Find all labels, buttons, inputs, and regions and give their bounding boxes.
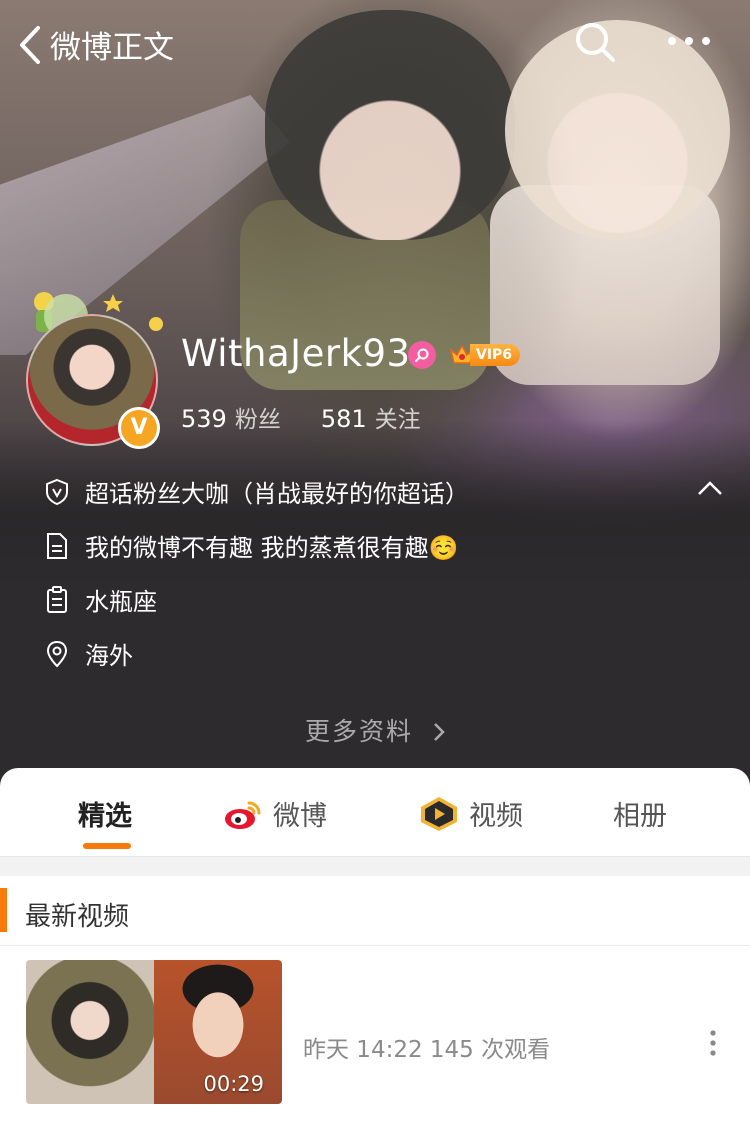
following-stat[interactable]: 581 关注 (321, 400, 421, 434)
search-icon[interactable] (573, 20, 617, 64)
info-row-location: 海外 (44, 636, 133, 671)
video-play-icon (421, 796, 457, 831)
video-thumbnail[interactable]: 00:29 (26, 960, 282, 1104)
super-topic-icon[interactable] (408, 341, 436, 369)
section-accent-bar (0, 888, 7, 932)
more-info-label: 更多资料 (305, 717, 414, 746)
top-bar: 微博正文 (0, 18, 750, 70)
more-dots-icon[interactable] (664, 26, 714, 56)
document-icon (44, 532, 70, 560)
more-vertical-icon[interactable] (701, 1028, 725, 1058)
following-count: 581 (320, 405, 367, 433)
following-label: 关注 (374, 407, 421, 433)
vip-level-label: VIP6 (470, 344, 521, 366)
more-info-link[interactable]: 更多资料 (0, 712, 750, 748)
verified-badge: V (118, 407, 160, 449)
tab-video-label: 视频 (469, 801, 523, 832)
video-meta: 昨天 14:22 145 次观看 (303, 1037, 551, 1063)
section-divider (0, 856, 750, 876)
search-mini-icon (415, 348, 429, 362)
followers-label: 粉丝 (234, 407, 281, 433)
chevron-left-icon (20, 25, 40, 64)
tab-weibo-label: 微博 (273, 801, 327, 832)
tab-album[interactable]: 相册 (613, 794, 667, 833)
info-row-zodiac: 水瓶座 (44, 582, 157, 617)
info-text-bio: 我的微博不有趣 我的蒸煮很有趣☺️ (85, 534, 459, 562)
vip-badge[interactable]: VIP6 (448, 341, 521, 369)
section-title: 最新视频 (25, 902, 130, 932)
back-title: 微博正文 (50, 30, 174, 66)
info-row-bio: 我的微博不有趣 我的蒸煮很有趣☺️ (44, 528, 459, 563)
video-duration: 00:29 (203, 1072, 264, 1096)
chevron-right-icon (433, 717, 445, 746)
shield-v-icon (44, 478, 70, 506)
clipboard-icon (44, 585, 70, 614)
tab-weibo[interactable]: 微博 (223, 794, 327, 833)
followers-stat[interactable]: 539 粉丝 (181, 400, 281, 434)
video-list-item[interactable]: 00:29 昨天 14:22 145 次观看 (0, 946, 750, 1139)
profile-stats: 539 粉丝 581 关注 (181, 400, 421, 434)
tab-video[interactable]: 视频 (417, 794, 523, 833)
weibo-logo-icon (225, 801, 261, 829)
thumbnail-doll-image (26, 960, 154, 1104)
active-tab-indicator (83, 843, 131, 849)
verified-mark: V (130, 415, 148, 440)
username: WithaJerk93 (181, 332, 411, 375)
followers-count: 539 (181, 405, 227, 433)
info-row-super-fan[interactable]: 超话粉丝大咖（肖战最好的你超话） (44, 474, 469, 509)
back-button[interactable]: 微博正文 (18, 22, 174, 67)
section-header-latest-videos: 最新视频 (0, 876, 750, 946)
info-text-location: 海外 (85, 642, 133, 670)
tab-featured[interactable]: 精选 (78, 794, 132, 833)
info-text-zodiac: 水瓶座 (85, 588, 157, 616)
tab-album-label: 相册 (613, 801, 667, 832)
info-text-super-fan: 超话粉丝大咖（肖战最好的你超话） (85, 480, 469, 508)
tab-bar: 精选 微博 视频 相册 (0, 768, 750, 856)
chevron-up-icon[interactable] (695, 476, 725, 500)
location-pin-icon (44, 640, 70, 668)
tab-featured-label: 精选 (78, 801, 132, 832)
